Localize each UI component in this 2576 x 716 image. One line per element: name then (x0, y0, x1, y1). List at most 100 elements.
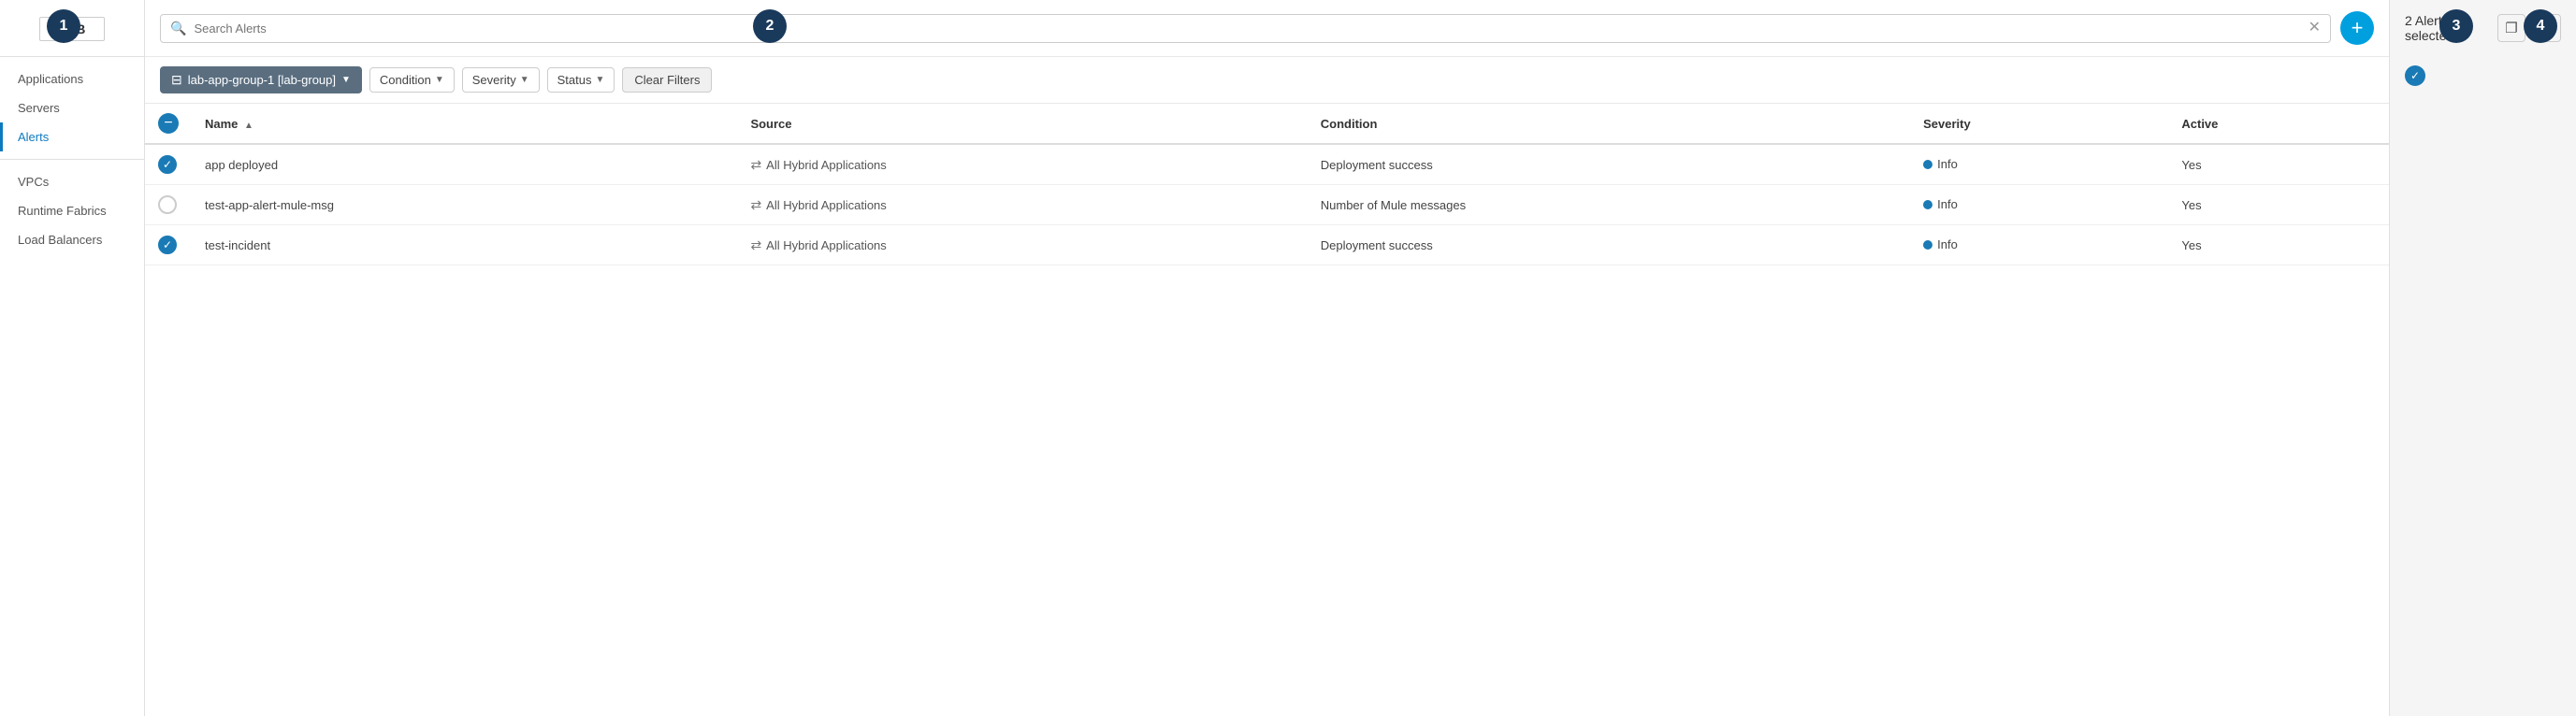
callout-4: 4 (2524, 9, 2557, 43)
row-severity-cell: Info (1910, 185, 2168, 225)
row-checkbox-2[interactable] (158, 195, 177, 214)
row-name: app deployed (205, 158, 278, 172)
th-source-label: Source (750, 117, 791, 131)
group-filter-button[interactable]: ⊟ lab-app-group-1 [lab-group] ▼ (160, 66, 362, 93)
severity-dot-icon (1923, 160, 1932, 169)
row-name: test-incident (205, 238, 270, 252)
row-name: test-app-alert-mule-msg (205, 198, 334, 212)
group-filter-label: lab-app-group-1 [lab-group] (188, 73, 336, 87)
th-check: − (145, 104, 192, 144)
layers-icon: ⊟ (171, 72, 182, 88)
sidebar-item-applications[interactable]: Applications (0, 64, 144, 93)
group-filter-chevron: ▼ (341, 75, 351, 85)
row-source-cell: ⇄ All Hybrid Applications (737, 185, 1307, 225)
th-condition: Condition (1308, 104, 1910, 144)
sidebar-item-alerts[interactable]: Alerts (0, 122, 144, 151)
add-button[interactable]: + (2340, 11, 2374, 45)
sidebar-item-runtime-fabrics-label: Runtime Fabrics (18, 204, 107, 218)
add-icon: + (2352, 16, 2364, 40)
sidebar: LAB Applications Servers Alerts VPCs Run… (0, 0, 145, 716)
th-condition-label: Condition (1321, 117, 1378, 131)
clear-filters-button[interactable]: Clear Filters (622, 67, 712, 93)
row-source: ⇄ All Hybrid Applications (750, 197, 886, 213)
row-source-cell: ⇄ All Hybrid Applications (737, 225, 1307, 265)
row-active: Yes (2181, 198, 2201, 212)
row-condition-cell: Deployment success (1308, 225, 1910, 265)
search-clear-icon[interactable]: ✕ (2308, 21, 2321, 36)
row-check-cell (145, 225, 192, 265)
search-container: 🔍 ✕ (160, 14, 2331, 43)
row-condition-cell: Deployment success (1308, 144, 1910, 185)
sidebar-item-alerts-label: Alerts (18, 130, 49, 144)
alerts-table: − Name ▲ Source Condition (145, 104, 2389, 265)
sidebar-item-servers[interactable]: Servers (0, 93, 144, 122)
row-active-cell: Yes (2168, 144, 2389, 185)
row-severity-cell: Info (1910, 225, 2168, 265)
row-name-cell: test-incident (192, 225, 737, 265)
table-header-row: − Name ▲ Source Condition (145, 104, 2389, 144)
th-name-label: Name (205, 117, 238, 131)
row-active-cell: Yes (2168, 225, 2389, 265)
th-severity-label: Severity (1923, 117, 1971, 131)
sidebar-item-runtime-fabrics[interactable]: Runtime Fabrics (0, 196, 144, 225)
sidebar-item-servers-label: Servers (18, 101, 60, 115)
callout-1: 1 (47, 9, 80, 43)
sidebar-divider-1 (0, 159, 144, 160)
status-filter-label: Status (557, 73, 592, 87)
row-severity: Info (1923, 157, 1958, 171)
row-check-cell (145, 144, 192, 185)
row-severity: Info (1923, 197, 1958, 211)
row-check-cell (145, 185, 192, 225)
row-name-cell: app deployed (192, 144, 737, 185)
search-input[interactable] (194, 21, 2308, 36)
row-condition: Number of Mule messages (1321, 198, 1466, 212)
th-active: Active (2168, 104, 2389, 144)
main-content: 🔍 ✕ + ⊟ lab-app-group-1 [lab-group] ▼ Co… (145, 0, 2389, 716)
table-row: test-app-alert-mule-msg ⇄ All Hybrid App… (145, 185, 2389, 225)
row-name-cell: test-app-alert-mule-msg (192, 185, 737, 225)
source-icon: ⇄ (750, 157, 761, 173)
source-icon: ⇄ (750, 197, 761, 213)
th-name-sort-icon: ▲ (244, 121, 253, 131)
row-condition: Deployment success (1321, 158, 1433, 172)
table-area: − Name ▲ Source Condition (145, 104, 2389, 716)
sidebar-item-vpcs[interactable]: VPCs (0, 167, 144, 196)
selected-check-icon (2405, 65, 2425, 86)
row-severity-cell: Info (1910, 144, 2168, 185)
row-checkbox-3[interactable] (158, 236, 177, 254)
table-row: test-incident ⇄ All Hybrid Applications … (145, 225, 2389, 265)
row-checkbox-1[interactable] (158, 155, 177, 174)
severity-chevron-icon: ▼ (520, 75, 529, 85)
th-severity: Severity (1910, 104, 2168, 144)
export-button[interactable]: ❐ (2497, 14, 2525, 42)
filter-row: ⊟ lab-app-group-1 [lab-group] ▼ Conditio… (145, 57, 2389, 104)
condition-filter-label: Condition (380, 73, 431, 87)
severity-filter-label: Severity (472, 73, 516, 87)
sidebar-item-applications-label: Applications (18, 72, 83, 86)
table-row: app deployed ⇄ All Hybrid Applications D… (145, 144, 2389, 185)
th-name[interactable]: Name ▲ (192, 104, 737, 144)
row-condition: Deployment success (1321, 238, 1433, 252)
select-all-button[interactable]: − (158, 113, 179, 134)
severity-dot-icon (1923, 240, 1932, 250)
row-source: ⇄ All Hybrid Applications (750, 157, 886, 173)
status-filter-button[interactable]: Status ▼ (547, 67, 615, 93)
sidebar-item-load-balancers[interactable]: Load Balancers (0, 225, 144, 254)
sidebar-item-vpcs-label: VPCs (18, 175, 49, 189)
minus-icon: − (164, 116, 172, 131)
row-source-cell: ⇄ All Hybrid Applications (737, 144, 1307, 185)
condition-chevron-icon: ▼ (435, 75, 444, 85)
row-severity: Info (1923, 237, 1958, 251)
callout-3: 3 (2439, 9, 2473, 43)
selected-indicator (2405, 65, 2561, 86)
search-bar-row: 🔍 ✕ + (145, 0, 2389, 57)
row-active: Yes (2181, 238, 2201, 252)
severity-filter-button[interactable]: Severity ▼ (462, 67, 540, 93)
source-icon: ⇄ (750, 237, 761, 253)
sidebar-item-load-balancers-label: Load Balancers (18, 233, 102, 247)
callout-2: 2 (753, 9, 787, 43)
right-panel: 2 Alerts selected ❐ 🗑 (2389, 0, 2576, 716)
condition-filter-button[interactable]: Condition ▼ (369, 67, 455, 93)
row-condition-cell: Number of Mule messages (1308, 185, 1910, 225)
th-source: Source (737, 104, 1307, 144)
